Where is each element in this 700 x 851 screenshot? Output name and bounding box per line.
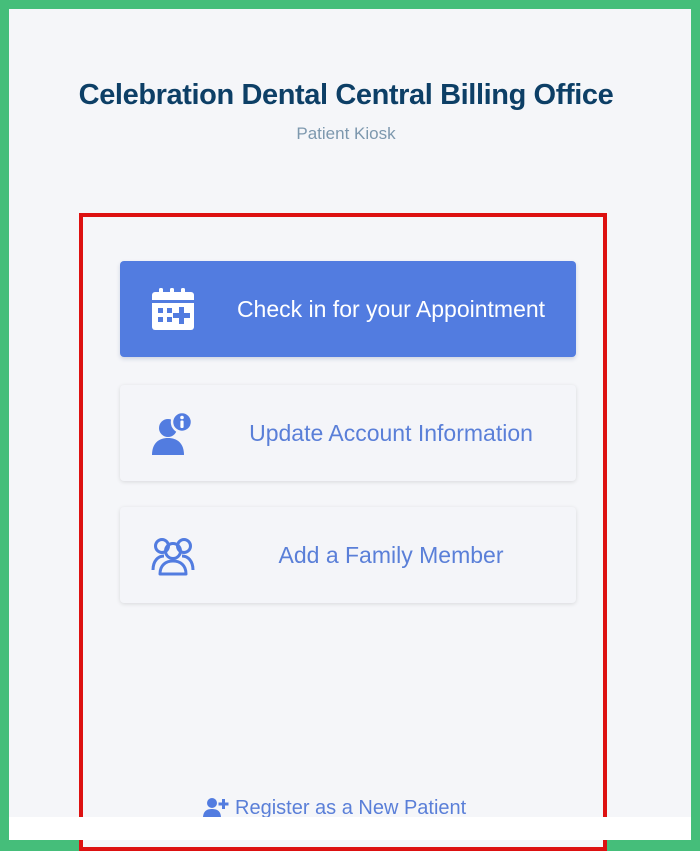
add-family-member-button[interactable]: Add a Family Member — [120, 507, 576, 603]
check-in-button[interactable]: Check in for your Appointment — [120, 261, 576, 357]
user-info-icon — [150, 411, 196, 457]
users-icon — [150, 533, 196, 579]
kiosk-page: Celebration Dental Central Billing Offic… — [9, 9, 691, 851]
check-in-label: Check in for your Appointment — [236, 296, 546, 322]
page-subtitle: Patient Kiosk — [296, 124, 396, 143]
page-title: Celebration Dental Central Billing Offic… — [78, 79, 614, 111]
add-family-member-label: Add a Family Member — [278, 542, 504, 568]
update-account-label: Update Account Information — [249, 420, 533, 446]
calendar-plus-icon — [150, 287, 196, 333]
update-account-button[interactable]: Update Account Information — [120, 385, 576, 481]
kiosk-action-panel: Check in for your Appointment Update Acc… — [79, 213, 607, 851]
page-bottom-strip — [9, 817, 691, 840]
